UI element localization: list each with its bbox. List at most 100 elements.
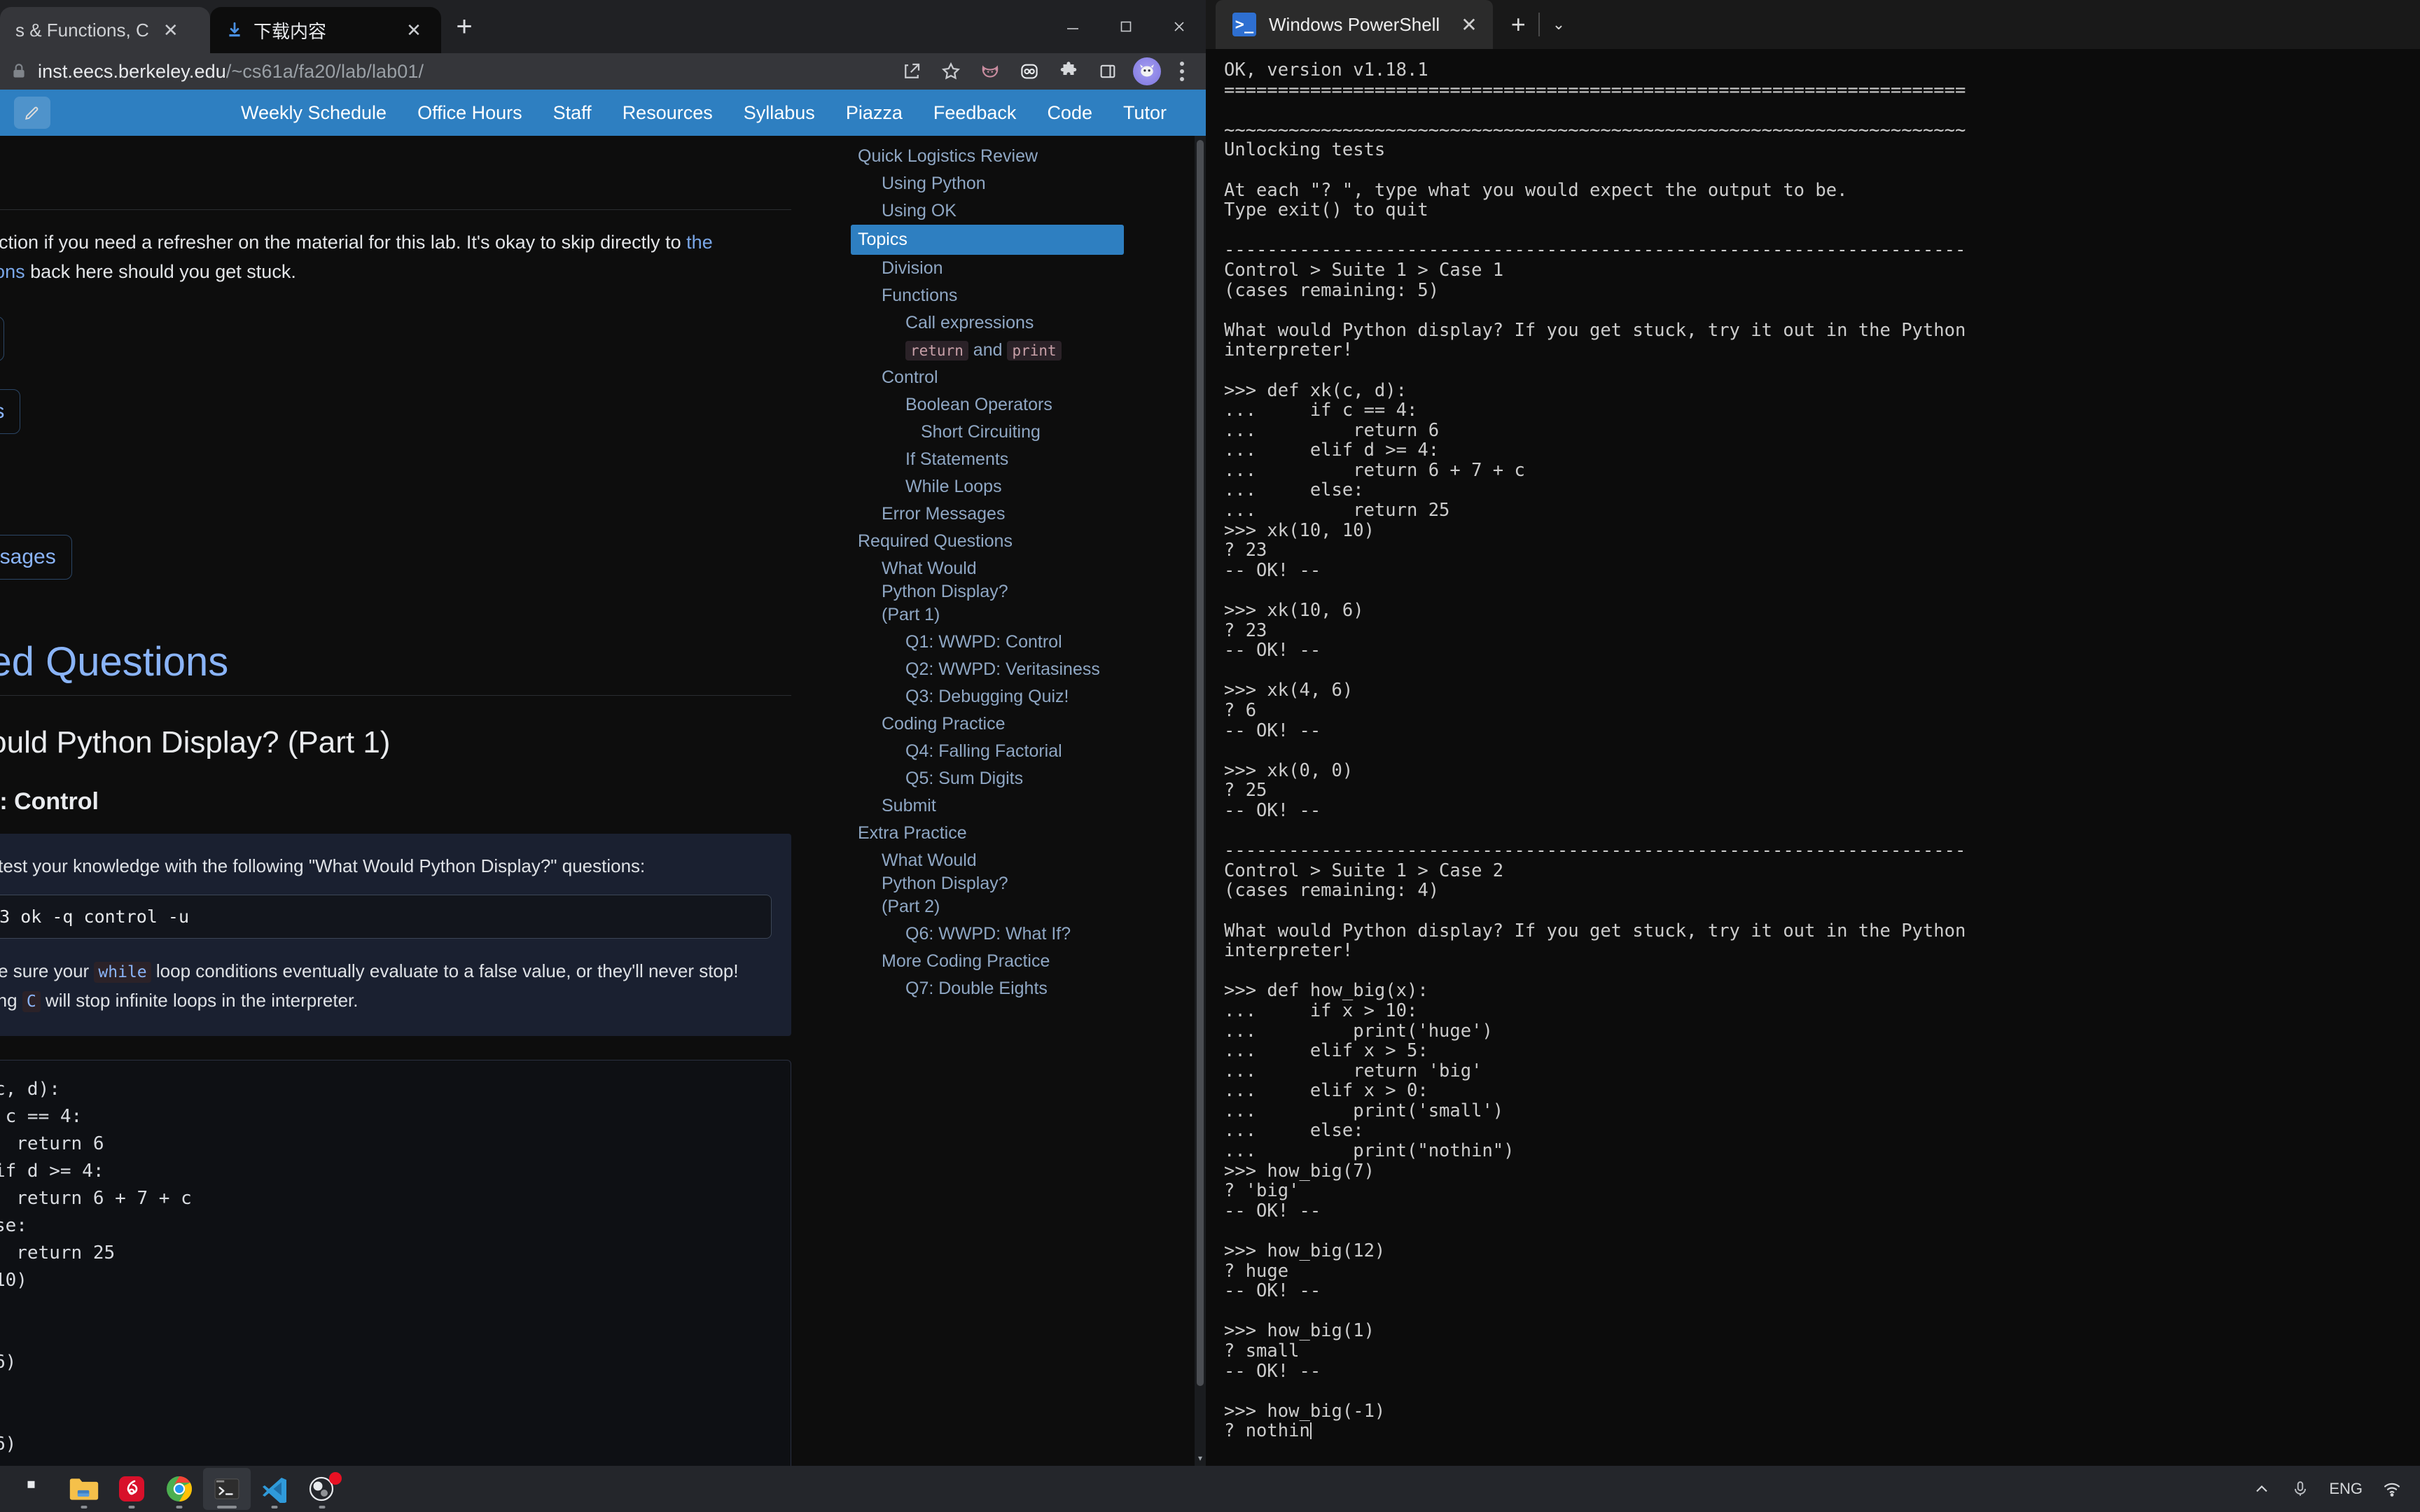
edit-pencil-icon[interactable] xyxy=(14,97,50,129)
toc-link[interactable]: Q3: Debugging Quiz! xyxy=(905,687,1069,706)
toc-link[interactable]: Q6: WWPD: What If? xyxy=(905,924,1071,944)
toc-item-quick-logistics-review[interactable]: Quick Logistics Review xyxy=(851,143,1124,170)
toc-item-wwpd-part2[interactable]: What Would Python Display? (Part 2) xyxy=(851,847,1012,920)
terminal-tab-powershell[interactable]: >_ Windows PowerShell ✕ xyxy=(1216,0,1493,49)
kebab-menu-icon[interactable] xyxy=(1168,55,1196,88)
tab-close-icon[interactable]: ✕ xyxy=(159,18,183,42)
toc-item-using-python[interactable]: Using Python xyxy=(851,170,1124,197)
maximize-button[interactable] xyxy=(1099,0,1153,53)
toc-link[interactable]: Quick Logistics Review xyxy=(858,146,1038,166)
share-icon[interactable] xyxy=(893,55,930,88)
toc-item-using-ok[interactable]: Using OK xyxy=(851,197,1124,225)
toc-item-call-expressions[interactable]: Call expressions xyxy=(851,309,1124,337)
puzzle-extension-icon[interactable] xyxy=(1050,55,1087,88)
toc-link[interactable]: What Would Python Display? (Part 1) xyxy=(882,559,1008,624)
toc-item-control[interactable]: Control xyxy=(851,364,1124,391)
toc-link[interactable]: Q5: Sum Digits xyxy=(905,769,1023,788)
url-text[interactable]: inst.eecs.berkeley.edu/~cs61a/fa20/lab/l… xyxy=(38,61,884,83)
toc-link[interactable]: Division xyxy=(882,258,943,278)
tab-close-icon[interactable]: ✕ xyxy=(402,18,426,42)
netease-music-icon[interactable] xyxy=(108,1468,155,1510)
cat-extension-icon[interactable] xyxy=(972,55,1008,88)
toc-item-extra-practice[interactable]: Extra Practice xyxy=(851,820,1124,847)
bookmark-star-icon[interactable] xyxy=(933,55,969,88)
toc-link[interactable]: Control xyxy=(882,368,938,387)
pocket-extension-icon[interactable] xyxy=(1011,55,1048,88)
nav-link-staff[interactable]: Staff xyxy=(553,102,592,124)
toc-item-q7[interactable]: Q7: Double Eights xyxy=(851,975,1124,1002)
chrome-icon[interactable] xyxy=(155,1468,203,1510)
toc-item-topics[interactable]: Topics xyxy=(851,225,1124,255)
nav-link-feedback[interactable]: Feedback xyxy=(933,102,1017,124)
browser-tab-2[interactable]: 下载内容 ✕ xyxy=(210,7,441,53)
toc-link[interactable]: While Loops xyxy=(905,477,1002,496)
mic-icon[interactable] xyxy=(2291,1480,2309,1498)
side-panel-icon[interactable] xyxy=(1090,55,1126,88)
toc-item-if-statements[interactable]: If Statements xyxy=(851,446,1124,473)
toc-link[interactable]: Q2: WWPD: Veritasiness xyxy=(905,659,1100,679)
toc-link[interactable]: Call expressions xyxy=(905,313,1034,332)
tray-chevron-up-icon[interactable] xyxy=(2252,1479,2272,1499)
toc-item-boolean-operators[interactable]: Boolean Operators xyxy=(851,391,1124,419)
page-info-icon[interactable] xyxy=(10,62,28,80)
toc-item-q4[interactable]: Q4: Falling Factorial xyxy=(851,738,1124,765)
toc-link[interactable]: Error Messages xyxy=(882,504,1005,524)
outline-button-division[interactable]: ion xyxy=(0,316,5,361)
close-window-button[interactable] xyxy=(1153,0,1206,53)
chevron-down-icon[interactable]: ⌄ xyxy=(1552,15,1565,34)
toc-item-more-coding-practice[interactable]: More Coding Practice xyxy=(851,948,1124,975)
nav-link-code[interactable]: Code xyxy=(1047,102,1092,124)
toc-item-required-questions[interactable]: Required Questions xyxy=(851,528,1124,555)
toc-item-error-messages[interactable]: Error Messages xyxy=(851,500,1124,528)
toc-link[interactable]: Q7: Double Eights xyxy=(905,979,1048,998)
toc-link[interactable]: Functions xyxy=(882,286,957,305)
toc-link[interactable]: Short Circuiting xyxy=(921,422,1041,442)
browser-tab-1[interactable]: s & Functions, C ✕ xyxy=(0,7,210,53)
nav-link-weekly-schedule[interactable]: Weekly Schedule xyxy=(241,102,387,124)
vscode-icon[interactable] xyxy=(251,1468,298,1510)
toc-link[interactable]: Coding Practice xyxy=(882,714,1005,734)
toc-link[interactable]: Using OK xyxy=(882,201,957,220)
nav-link-tutor[interactable]: Tutor xyxy=(1123,102,1167,124)
outline-button-error-messages[interactable]: Messages xyxy=(0,534,72,580)
toc-item-short-circuiting[interactable]: Short Circuiting xyxy=(851,419,1124,446)
terminal-new-tab-button[interactable]: + xyxy=(1511,10,1526,39)
toc-link[interactable]: Required Questions xyxy=(858,531,1013,551)
language-indicator[interactable]: ENG xyxy=(2329,1480,2363,1498)
toc-link[interactable]: Q4: Falling Factorial xyxy=(905,741,1062,761)
nav-link-office-hours[interactable]: Office Hours xyxy=(417,102,522,124)
toc-link[interactable]: Extra Practice xyxy=(858,823,967,843)
toc-item-q6[interactable]: Q6: WWPD: What If? xyxy=(851,920,1124,948)
toc-link[interactable]: What Would Python Display? (Part 2) xyxy=(882,850,1008,916)
scroll-down-arrow-icon[interactable]: ▾ xyxy=(1195,1453,1206,1464)
address-bar[interactable]: inst.eecs.berkeley.edu/~cs61a/fa20/lab/l… xyxy=(0,53,1206,90)
toc-item-q5[interactable]: Q5: Sum Digits xyxy=(851,765,1124,792)
toc-link[interactable]: Using Python xyxy=(882,174,986,193)
toc-link[interactable]: Boolean Operators xyxy=(905,395,1052,414)
nav-link-syllabus[interactable]: Syllabus xyxy=(744,102,815,124)
minimize-button[interactable] xyxy=(1046,0,1099,53)
ok-command-box[interactable]: on3 ok -q control -u xyxy=(0,895,772,939)
toc-item-submit[interactable]: Submit xyxy=(851,792,1124,820)
toc-link[interactable]: If Statements xyxy=(905,449,1008,469)
page-scrollbar[interactable]: ▾ xyxy=(1195,136,1206,1466)
windows-terminal-icon[interactable] xyxy=(203,1468,251,1510)
outline-button-functions[interactable]: tions xyxy=(0,388,21,434)
toc-link[interactable]: More Coding Practice xyxy=(882,951,1050,971)
obs-studio-icon[interactable] xyxy=(298,1468,346,1510)
scrollbar-thumb[interactable] xyxy=(1197,140,1204,1386)
toc-item-division[interactable]: Division xyxy=(851,255,1124,282)
toc-link[interactable]: Q1: WWPD: Control xyxy=(905,632,1062,652)
toc-item-wwpd-part1[interactable]: What Would Python Display? (Part 1) xyxy=(851,555,1012,629)
nav-link-resources[interactable]: Resources xyxy=(623,102,713,124)
start-icon[interactable] xyxy=(13,1468,60,1510)
toc-item-return-and-print[interactable]: return and print xyxy=(851,337,1124,364)
toc-item-coding-practice[interactable]: Coding Practice xyxy=(851,710,1124,738)
toc-item-while-loops[interactable]: While Loops xyxy=(851,473,1124,500)
toc-link[interactable]: Topics xyxy=(858,230,908,249)
profile-avatar[interactable] xyxy=(1133,57,1161,85)
nav-link-piazza[interactable]: Piazza xyxy=(846,102,903,124)
terminal-tab-close-icon[interactable]: ✕ xyxy=(1461,13,1477,36)
new-tab-button[interactable]: + xyxy=(445,8,483,46)
toc-item-q2[interactable]: Q2: WWPD: Veritasiness xyxy=(851,656,1124,683)
